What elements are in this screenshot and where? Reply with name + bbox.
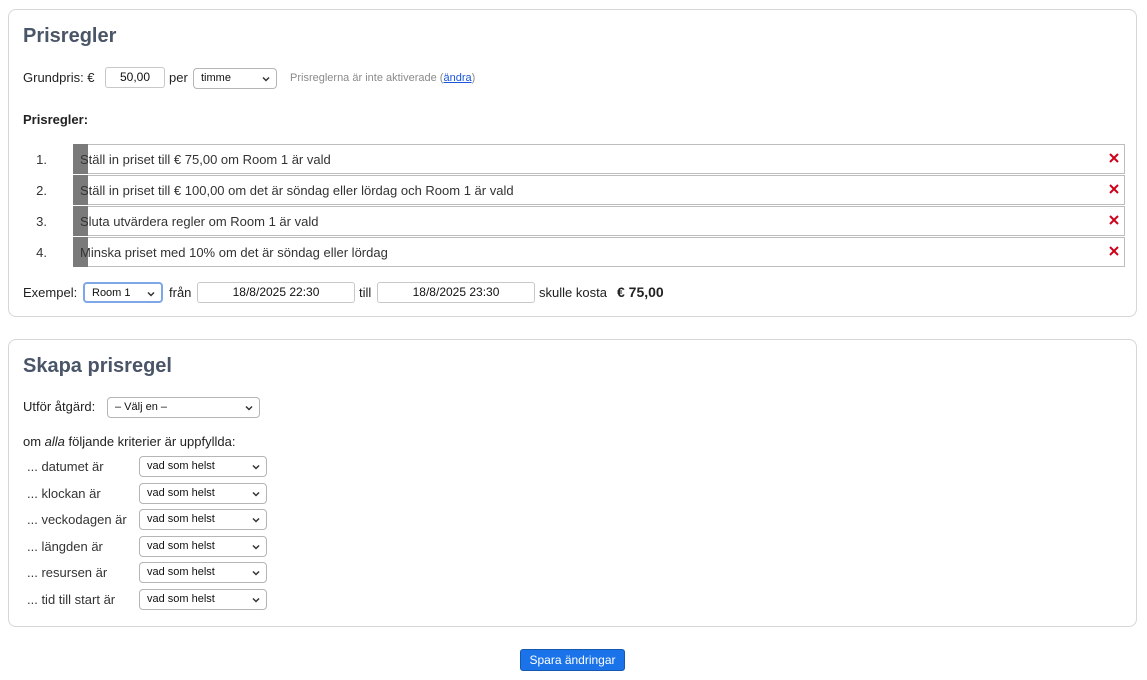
criterion-resource-select[interactable]: vad som helst: [139, 562, 267, 583]
criterion-select-value: vad som helst: [147, 460, 215, 472]
criterion-lead-time-label: ... tid till start är: [27, 592, 116, 607]
example-label: Exempel:: [23, 285, 78, 300]
criteria-intro-prefix: om: [23, 434, 45, 449]
chevron-down-icon: [252, 570, 260, 576]
criterion-time-label: ... klockan är: [27, 486, 101, 501]
chevron-down-icon: [262, 76, 270, 82]
rule-row[interactable]: Ställ in priset till € 100,00 om det är …: [73, 175, 1125, 205]
action-select[interactable]: – Välj en –: [107, 397, 260, 418]
activation-status: Prisreglerna är inte aktiverade (ändra): [290, 72, 475, 84]
criterion-lead-time-select[interactable]: vad som helst: [139, 589, 267, 610]
chevron-down-icon: [252, 597, 260, 603]
rule-text: Ställ in priset till € 75,00 om Room 1 ä…: [80, 152, 331, 167]
criterion-date-select[interactable]: vad som helst: [139, 456, 267, 477]
criterion-select-value: vad som helst: [147, 487, 215, 499]
chevron-down-icon: [252, 544, 260, 550]
base-price-label: Grundpris: €: [23, 70, 95, 85]
rule-text: Sluta utvärdera regler om Room 1 är vald: [80, 214, 319, 229]
example-resource-value: Room 1: [92, 287, 131, 299]
create-rule-panel: Skapa prisregel Utför åtgärd: – Välj en …: [8, 339, 1137, 627]
criterion-select-value: vad som helst: [147, 593, 215, 605]
chevron-down-icon: [252, 464, 260, 470]
per-label: per: [169, 70, 188, 85]
rule-row[interactable]: Minska priset med 10% om det är söndag e…: [73, 237, 1125, 267]
action-label: Utför åtgärd:: [23, 399, 96, 414]
criterion-time-select[interactable]: vad som helst: [139, 483, 267, 504]
create-rule-title: Skapa prisregel: [23, 355, 172, 377]
unit-select[interactable]: timme: [193, 68, 277, 89]
action-select-value: – Välj en –: [115, 401, 167, 413]
criterion-weekday-label: ... veckodagen är: [27, 512, 127, 527]
to-datetime-input[interactable]: 18/8/2025 23:30: [377, 282, 535, 303]
save-button[interactable]: Spara ändringar: [520, 649, 625, 671]
criteria-intro-emphasis: alla: [44, 434, 65, 449]
activation-status-close: ): [471, 72, 476, 84]
rule-number: 3.: [36, 214, 47, 229]
base-price-input[interactable]: 50,00: [105, 67, 165, 88]
chevron-down-icon: [252, 517, 260, 523]
delete-icon[interactable]: [1108, 245, 1120, 257]
delete-icon[interactable]: [1108, 152, 1120, 164]
rules-heading: Prisregler:: [23, 112, 89, 127]
criterion-length-select[interactable]: vad som helst: [139, 536, 267, 557]
criterion-select-value: vad som helst: [147, 566, 215, 578]
rule-text: Minska priset med 10% om det är söndag e…: [80, 245, 388, 260]
criteria-intro-suffix: följande kriterier är uppfyllda:: [64, 434, 236, 449]
criterion-length-label: ... längden är: [27, 539, 103, 554]
unit-select-value: timme: [201, 72, 231, 84]
pricing-title: Prisregler: [23, 25, 117, 47]
result-label: skulle kosta: [539, 285, 607, 300]
rule-number: 4.: [36, 245, 47, 260]
from-label: från: [169, 285, 192, 300]
rule-number: 1.: [36, 152, 47, 167]
criteria-intro: om alla följande kriterier är uppfyllda:: [23, 434, 235, 449]
change-activation-link[interactable]: ändra: [443, 72, 471, 84]
activation-status-text: Prisreglerna är inte aktiverade (: [290, 72, 444, 84]
example-price: € 75,00: [617, 284, 664, 300]
criterion-select-value: vad som helst: [147, 513, 215, 525]
chevron-down-icon: [245, 405, 253, 411]
rule-text: Ställ in priset till € 100,00 om det är …: [80, 183, 514, 198]
pricing-rules-panel: Prisregler Grundpris: € 50,00 per timme …: [8, 9, 1137, 317]
criterion-weekday-select[interactable]: vad som helst: [139, 509, 267, 530]
criterion-date-label: ... datumet är: [27, 459, 104, 474]
rule-row[interactable]: Ställ in priset till € 75,00 om Room 1 ä…: [73, 144, 1125, 174]
criterion-resource-label: ... resursen är: [27, 565, 108, 580]
chevron-down-icon: [252, 491, 260, 497]
rule-row[interactable]: Sluta utvärdera regler om Room 1 är vald: [73, 206, 1125, 236]
to-label: till: [359, 285, 372, 300]
delete-icon[interactable]: [1108, 214, 1120, 226]
criterion-select-value: vad som helst: [147, 540, 215, 552]
chevron-down-icon: [147, 291, 155, 297]
from-datetime-input[interactable]: 18/8/2025 22:30: [197, 282, 355, 303]
rule-number: 2.: [36, 183, 47, 198]
example-resource-select[interactable]: Room 1: [83, 282, 163, 303]
delete-icon[interactable]: [1108, 183, 1120, 195]
